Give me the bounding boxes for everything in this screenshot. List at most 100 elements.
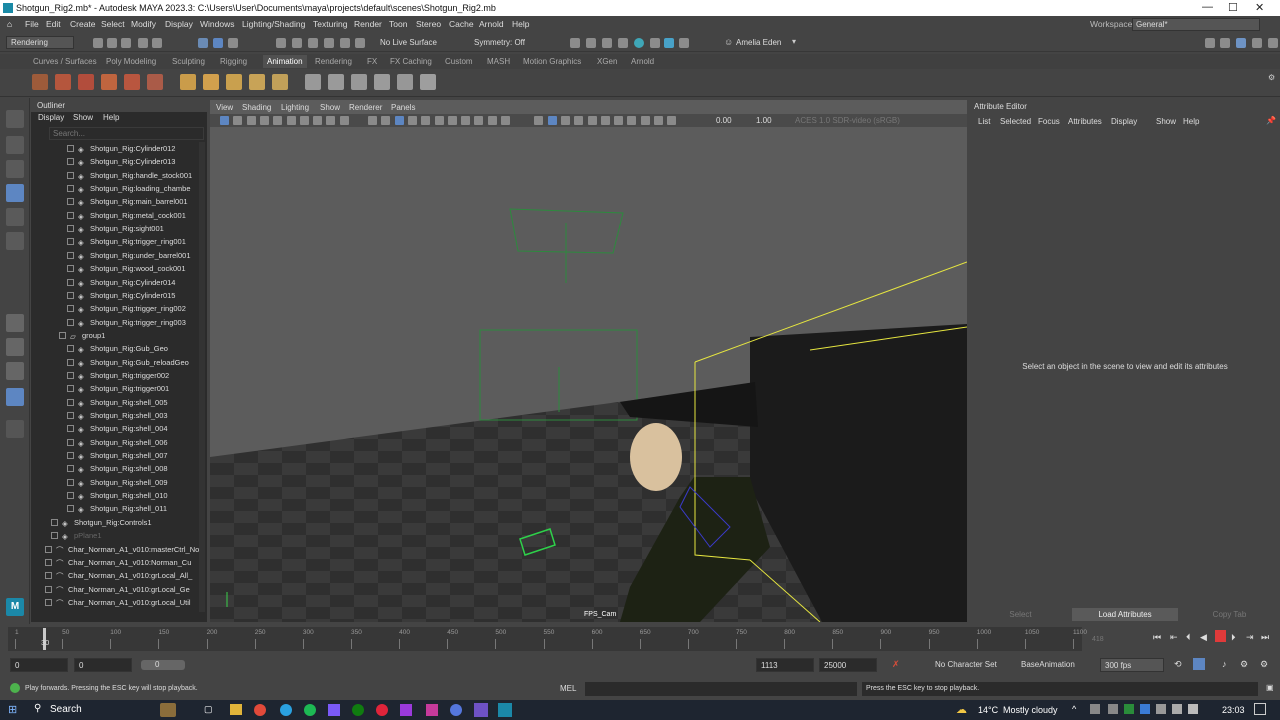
auto-key-icon[interactable]: ✗ bbox=[892, 659, 900, 670]
outliner-row[interactable]: ◈ Shotgun_Rig:main_barrel001 bbox=[67, 195, 188, 208]
outliner-row[interactable]: ◈ Shotgun_Rig:wood_cock001 bbox=[67, 262, 186, 275]
expand-icon[interactable] bbox=[67, 145, 74, 152]
outliner-scrollbar[interactable] bbox=[199, 142, 205, 612]
menu-create[interactable]: Create bbox=[70, 19, 96, 29]
undo-icon[interactable] bbox=[138, 38, 148, 48]
go-to-end-icon[interactable]: ⏭ bbox=[1261, 632, 1269, 643]
menu-render[interactable]: Render bbox=[354, 19, 382, 29]
menu-file[interactable]: File bbox=[25, 19, 39, 29]
expand-icon[interactable] bbox=[67, 291, 74, 299]
spotify-icon[interactable] bbox=[304, 704, 316, 716]
key-translate-icon[interactable] bbox=[55, 74, 71, 90]
snap-surface-icon[interactable] bbox=[340, 38, 350, 48]
shelf-tab-poly-modeling[interactable]: Poly Modeling bbox=[106, 57, 156, 66]
two-pane-layout-icon[interactable] bbox=[6, 362, 24, 380]
network-icon[interactable] bbox=[1156, 704, 1166, 714]
viewport-menu-panels[interactable]: Panels bbox=[391, 103, 415, 112]
task-view-icon[interactable]: ▢ bbox=[204, 704, 213, 715]
expand-icon[interactable] bbox=[67, 198, 74, 206]
panel-tool-icon[interactable] bbox=[299, 116, 309, 125]
preferences-icon[interactable]: ⚙ bbox=[1260, 659, 1268, 670]
render-settings-icon[interactable] bbox=[618, 38, 628, 48]
hypershade-icon[interactable] bbox=[634, 38, 644, 48]
set-key-icon[interactable] bbox=[32, 74, 48, 90]
panel-tool-icon[interactable] bbox=[627, 116, 637, 125]
shelf-tab-arnold[interactable]: Arnold bbox=[631, 57, 654, 66]
maya-home-icon[interactable]: M bbox=[6, 598, 24, 616]
app-icon[interactable] bbox=[328, 704, 340, 716]
outliner-row[interactable]: ◈ Shotgun_Rig:shell_010 bbox=[67, 489, 168, 502]
outliner-menu-show[interactable]: Show bbox=[73, 113, 93, 122]
animation-prefs-icon[interactable]: ⚙ bbox=[1240, 659, 1248, 670]
outliner-search-input[interactable]: Search... bbox=[49, 127, 204, 140]
media-icon[interactable] bbox=[426, 704, 438, 716]
panel-tool-icon[interactable] bbox=[394, 116, 404, 125]
motion-path-icon[interactable] bbox=[351, 74, 367, 90]
expand-icon[interactable] bbox=[59, 331, 66, 339]
attr-menu-focus[interactable]: Focus bbox=[1038, 117, 1060, 126]
attr-menu-help[interactable]: Help bbox=[1183, 117, 1199, 126]
panel-tool-icon[interactable] bbox=[273, 116, 283, 125]
tray-security-icon[interactable] bbox=[1124, 704, 1134, 714]
volume-icon[interactable] bbox=[1172, 704, 1182, 714]
panel-tool-icon[interactable] bbox=[220, 116, 229, 125]
maximize-button[interactable]: ☐ bbox=[1228, 1, 1238, 14]
browser-icon[interactable] bbox=[450, 704, 462, 716]
expand-icon[interactable] bbox=[67, 358, 74, 366]
panel-tool-icon[interactable] bbox=[381, 116, 391, 125]
user-name[interactable]: Amelia Eden bbox=[736, 38, 781, 47]
outliner-row[interactable]: ◈ Shotgun_Rig:trigger_ring001 bbox=[67, 235, 186, 248]
expand-icon[interactable] bbox=[45, 558, 52, 566]
select-tool-icon[interactable] bbox=[6, 110, 24, 128]
panel-tool-icon[interactable] bbox=[487, 116, 497, 125]
attribute-editor-toggle-icon[interactable] bbox=[1236, 38, 1246, 48]
expand-icon[interactable] bbox=[45, 598, 52, 606]
viewport-menu-show[interactable]: Show bbox=[320, 103, 340, 112]
orient-constraint-icon[interactable] bbox=[272, 74, 288, 90]
outliner-row[interactable]: ◈ Shotgun_Rig:Cylinder013 bbox=[67, 155, 175, 168]
fps-dropdown[interactable]: 300 fps bbox=[1100, 658, 1164, 672]
outliner-row[interactable]: ◈ Shotgun_Rig:Controls1 bbox=[51, 516, 152, 529]
outliner-row[interactable]: ⌒ Char_Norman_A1_v010:grLocal_Ge bbox=[45, 583, 190, 596]
select-component-icon[interactable] bbox=[228, 38, 238, 48]
animation-start-field[interactable]: 0 bbox=[10, 658, 68, 672]
edge-icon[interactable] bbox=[280, 704, 292, 716]
shelf-tab-fx-caching[interactable]: FX Caching bbox=[390, 57, 432, 66]
panel-tool-icon[interactable] bbox=[259, 116, 269, 125]
outliner-layout-icon[interactable] bbox=[6, 388, 24, 406]
shelf-tab-rigging[interactable]: Rigging bbox=[220, 57, 247, 66]
anim-layer-dropdown[interactable]: BaseAnimation bbox=[1021, 660, 1075, 669]
viewport-panel[interactable]: View Shading Lighting Show Renderer Pane… bbox=[210, 100, 967, 622]
panel-tool-icon[interactable] bbox=[286, 116, 296, 125]
step-back-frame-icon[interactable]: ⏴ bbox=[1186, 632, 1191, 643]
ik-handle-icon[interactable] bbox=[203, 74, 219, 90]
minimize-button[interactable]: — bbox=[1202, 1, 1213, 13]
play-backward-icon[interactable]: ◀ bbox=[1200, 632, 1207, 643]
panel-tool-icon[interactable] bbox=[313, 116, 323, 125]
panel-tool-icon[interactable] bbox=[233, 116, 243, 125]
select-object-icon[interactable] bbox=[213, 38, 223, 48]
panel-tool-icon[interactable] bbox=[534, 116, 544, 125]
discord-icon[interactable] bbox=[474, 703, 488, 717]
outliner-row[interactable]: ◈ Shotgun_Rig:loading_chambe bbox=[67, 182, 191, 195]
panel-tool-icon[interactable] bbox=[574, 116, 584, 125]
outliner-row[interactable]: ◈ Shotgun_Rig:Cylinder012 bbox=[67, 142, 175, 155]
outliner-row[interactable]: ◈ Shotgun_Rig:Cylinder014 bbox=[67, 276, 175, 289]
motion-trail-icon[interactable] bbox=[397, 74, 413, 90]
outliner-row[interactable]: ◈ Shotgun_Rig:sight001 bbox=[67, 222, 164, 235]
tray-app-icon[interactable] bbox=[1090, 704, 1100, 714]
snap-curve-icon[interactable] bbox=[292, 38, 302, 48]
viewport-menu-renderer[interactable]: Renderer bbox=[349, 103, 382, 112]
expand-icon[interactable] bbox=[67, 478, 74, 486]
modeling-toolkit-icon[interactable] bbox=[1205, 38, 1215, 48]
panel-tool-icon[interactable] bbox=[447, 116, 457, 125]
shelf-tab-rendering[interactable]: Rendering bbox=[315, 57, 352, 66]
step-forward-frame-icon[interactable]: ⏵ bbox=[1231, 632, 1236, 643]
outliner-row[interactable]: ◈ Shotgun_Rig:shell_009 bbox=[67, 476, 168, 489]
shelf-tab-sculpting[interactable]: Sculpting bbox=[172, 57, 205, 66]
expand-icon[interactable] bbox=[67, 278, 74, 286]
outliner-row[interactable]: ⌒ Char_Norman_A1_v010:grLocal_Util bbox=[45, 596, 191, 609]
playback-start-field[interactable]: 0 bbox=[74, 658, 132, 672]
select-button[interactable]: Select bbox=[970, 608, 1071, 621]
render-setup-icon[interactable] bbox=[650, 38, 660, 48]
